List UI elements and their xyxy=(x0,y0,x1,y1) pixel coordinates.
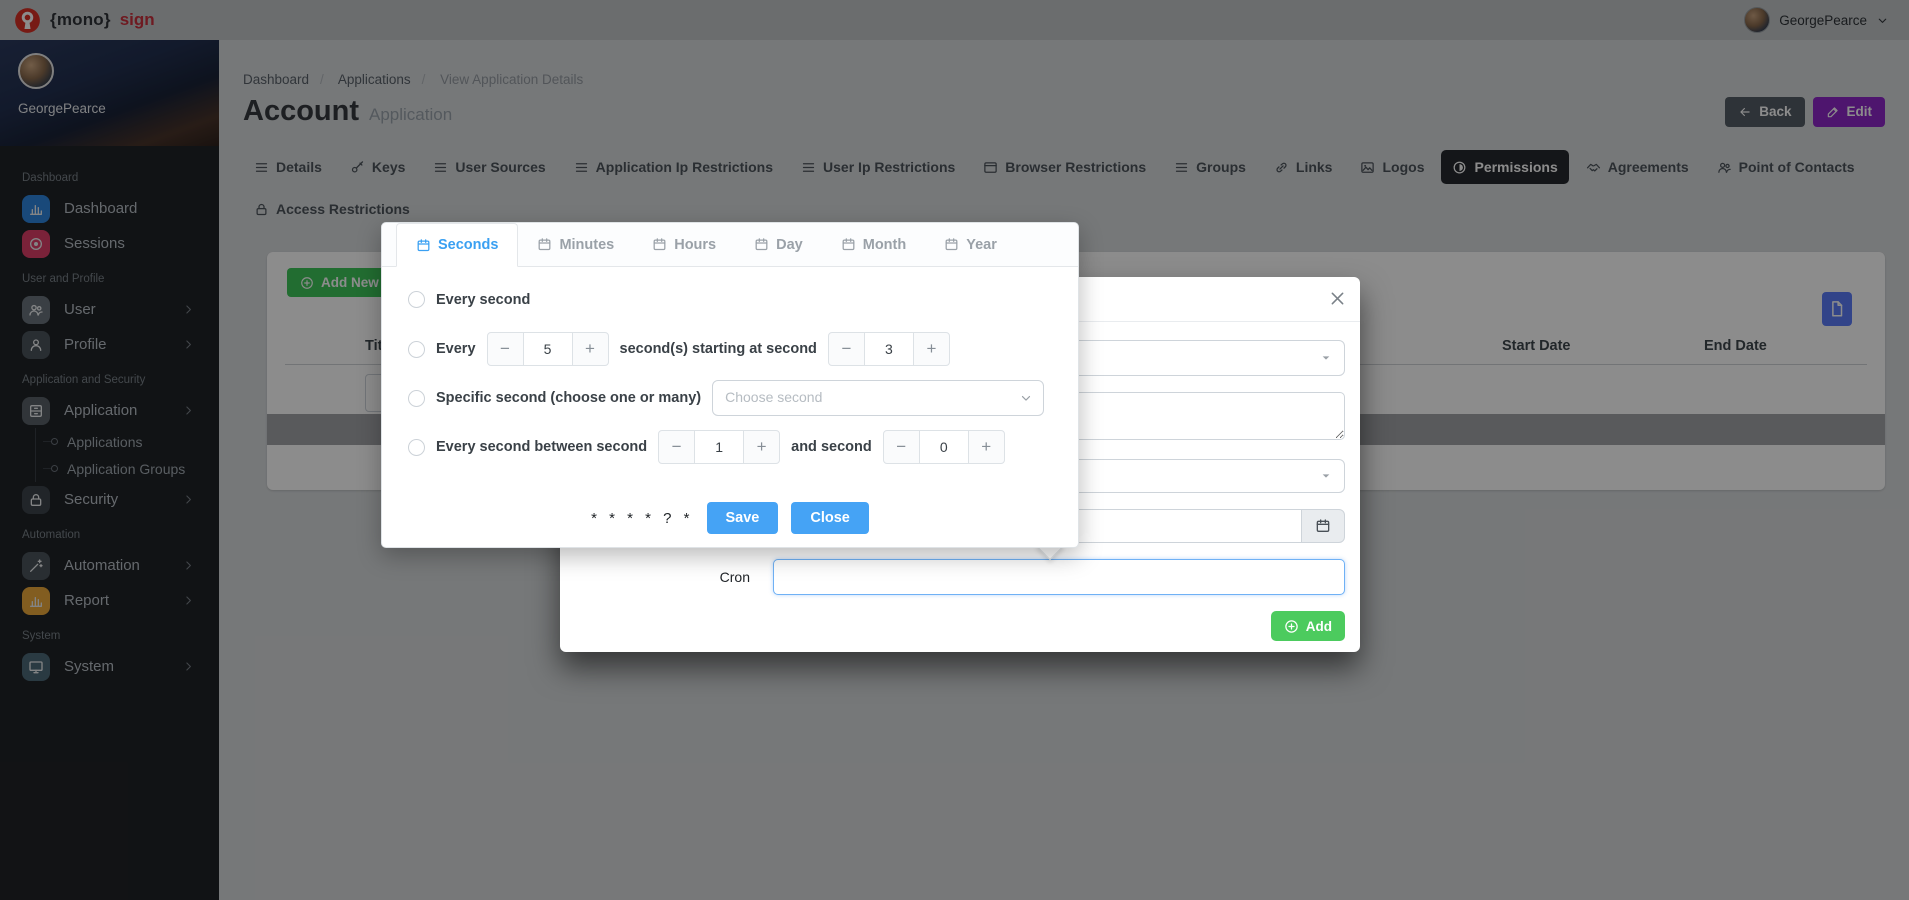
calendar-icon xyxy=(841,237,856,252)
option-every-second: Every second xyxy=(408,291,1052,308)
cron-tab-label: Seconds xyxy=(438,237,498,253)
range-from-stepper: − + xyxy=(658,430,780,464)
start-stepper: − + xyxy=(828,332,950,366)
option-label: second(s) starting at second xyxy=(620,341,817,357)
minus-button[interactable]: − xyxy=(487,332,524,366)
calendar-icon xyxy=(416,238,431,253)
plus-circle-icon xyxy=(1284,619,1299,634)
interval-value-input[interactable] xyxy=(524,332,572,366)
start-value-input[interactable] xyxy=(865,332,913,366)
calendar-icon xyxy=(1315,518,1331,534)
option-label: Every second xyxy=(436,292,530,308)
range-to-stepper: − + xyxy=(883,430,1005,464)
select-placeholder: Choose second xyxy=(725,389,822,405)
add-button-label: Add xyxy=(1306,619,1332,634)
plus-button[interactable]: + xyxy=(968,430,1005,464)
caret-down-icon xyxy=(1318,350,1334,366)
save-button[interactable]: Save xyxy=(707,502,779,534)
choose-second-select[interactable]: Choose second xyxy=(712,380,1044,416)
radio-interval[interactable] xyxy=(408,341,425,358)
option-label: and second xyxy=(791,439,872,455)
radio-every-second[interactable] xyxy=(408,291,425,308)
option-label: Specific second (choose one or many) xyxy=(436,390,701,406)
cron-builder-popover: Seconds Minutes Hours Day Month xyxy=(381,222,1079,548)
cron-tab[interactable]: Seconds xyxy=(396,223,518,267)
range-from-input[interactable] xyxy=(695,430,743,464)
plus-button[interactable]: + xyxy=(572,332,609,366)
interval-stepper: − + xyxy=(487,332,609,366)
cron-tab[interactable]: Minutes xyxy=(518,223,633,266)
minus-button[interactable]: − xyxy=(658,430,695,464)
minus-button[interactable]: − xyxy=(883,430,920,464)
close-button-label: Close xyxy=(810,510,850,526)
cron-builder-footer: * * * * ? * Save Close xyxy=(408,502,1052,534)
radio-specific[interactable] xyxy=(408,390,425,407)
cron-tab[interactable]: Hours xyxy=(633,223,735,266)
option-label: Every xyxy=(436,341,476,357)
modal-footer: Add xyxy=(560,611,1345,641)
cron-tab[interactable]: Day xyxy=(735,223,822,266)
cron-input[interactable] xyxy=(773,559,1345,595)
option-label: Every second between second xyxy=(436,439,647,455)
chevron-down-icon xyxy=(1019,391,1033,405)
cron-tab-label: Minutes xyxy=(559,237,614,253)
calendar-icon xyxy=(754,237,769,252)
cron-builder-body: Every second Every − + second(s) startin… xyxy=(382,267,1078,534)
calendar-icon xyxy=(944,237,959,252)
caret-down-icon xyxy=(1318,468,1334,484)
option-interval: Every − + second(s) starting at second −… xyxy=(408,332,1052,366)
cron-expression: * * * * ? * xyxy=(591,510,693,527)
range-to-input[interactable] xyxy=(920,430,968,464)
modal-row-cron: Cron xyxy=(560,559,1345,595)
option-range: Every second between second − + and seco… xyxy=(408,430,1052,464)
option-specific: Specific second (choose one or many) Cho… xyxy=(408,380,1052,416)
save-button-label: Save xyxy=(726,510,760,526)
cron-tab-label: Month xyxy=(863,237,906,253)
close-button[interactable]: Close xyxy=(791,502,869,534)
cron-label: Cron xyxy=(560,569,773,585)
cron-builder-tabs: Seconds Minutes Hours Day Month xyxy=(382,223,1078,267)
radio-range[interactable] xyxy=(408,439,425,456)
cron-tab[interactable]: Year xyxy=(925,223,1016,266)
close-icon[interactable] xyxy=(1328,289,1347,308)
cron-tab-label: Year xyxy=(966,237,997,253)
cron-tab-label: Hours xyxy=(674,237,716,253)
plus-button[interactable]: + xyxy=(743,430,780,464)
add-button[interactable]: Add xyxy=(1271,611,1345,641)
calendar-button[interactable] xyxy=(1301,509,1345,543)
minus-button[interactable]: − xyxy=(828,332,865,366)
calendar-icon xyxy=(537,237,552,252)
plus-button[interactable]: + xyxy=(913,332,950,366)
cron-tab[interactable]: Month xyxy=(822,223,925,266)
calendar-icon xyxy=(652,237,667,252)
cron-tab-label: Day xyxy=(776,237,803,253)
